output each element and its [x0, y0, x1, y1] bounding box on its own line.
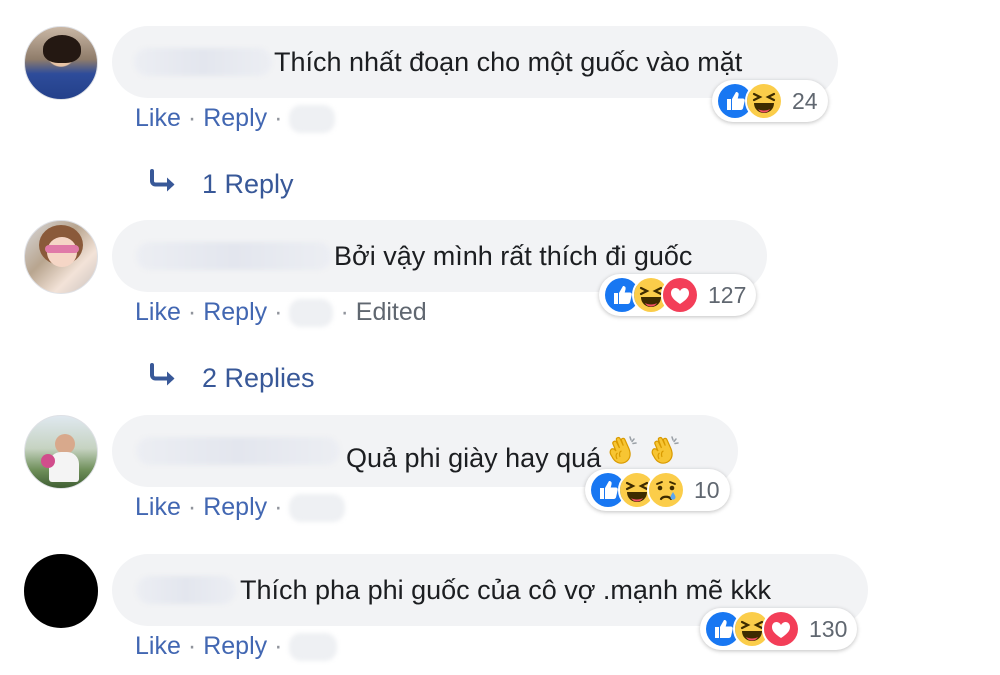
separator: ·	[274, 493, 283, 521]
replies-count-label: 2 Replies	[202, 363, 315, 393]
reply-link[interactable]: Reply	[203, 104, 267, 132]
author-name-blurred[interactable]	[136, 242, 332, 270]
timestamp-blurred[interactable]	[289, 105, 336, 134]
reaction-summary[interactable]: 127	[599, 274, 757, 316]
separator: ·	[274, 298, 283, 326]
reply-arrow-icon	[148, 167, 184, 201]
comment-text: Thích nhất đoạn cho một guốc vào mặt	[274, 47, 743, 77]
separator: ·	[187, 298, 197, 326]
reaction-count: 127	[708, 281, 747, 308]
comment-actions: Like · Reply ·	[135, 630, 338, 662]
reply-link[interactable]: Reply	[203, 632, 267, 660]
author-name-blurred[interactable]	[136, 576, 236, 604]
timestamp-blurred[interactable]	[289, 633, 338, 662]
avatar-hair	[43, 35, 81, 63]
view-replies-link[interactable]: 2 Replies	[148, 361, 315, 395]
comment-text-content: Quả phi giày hay quá	[346, 443, 602, 473]
replies-count-label: 1 Reply	[202, 169, 294, 199]
comment-actions: Like · Reply · · Edited	[135, 296, 427, 328]
love-reaction-icon	[762, 610, 800, 648]
separator: ·	[187, 104, 197, 132]
separator: ·	[187, 632, 197, 660]
like-link[interactable]: Like	[135, 632, 181, 660]
like-link[interactable]: Like	[135, 493, 181, 521]
avatar-sunglasses	[45, 245, 79, 253]
reply-link[interactable]: Reply	[203, 298, 267, 326]
reply-arrow-icon	[148, 361, 184, 395]
comment-actions: Like · Reply ·	[135, 102, 336, 134]
reaction-summary[interactable]: 130	[700, 608, 858, 650]
sad-reaction-icon	[647, 471, 685, 509]
separator: ·	[274, 632, 283, 660]
timestamp-blurred[interactable]	[289, 299, 334, 328]
love-reaction-icon	[661, 276, 699, 314]
author-name-blurred[interactable]	[134, 48, 272, 76]
avatar[interactable]	[24, 26, 98, 100]
comment-text: Thích pha phi guốc của cô vợ .mạnh mẽ kk…	[240, 575, 771, 605]
reaction-count: 24	[792, 87, 818, 114]
separator: ·	[274, 104, 283, 132]
avatar-face	[55, 434, 75, 454]
like-link[interactable]: Like	[135, 298, 181, 326]
separator: ·	[340, 298, 349, 326]
avatar[interactable]	[24, 415, 98, 489]
like-link[interactable]: Like	[135, 104, 181, 132]
reply-link[interactable]: Reply	[203, 493, 267, 521]
comment-actions: Like · Reply ·	[135, 491, 346, 523]
comment-text: Bởi vậy mình rất thích đi guốc	[334, 241, 693, 271]
avatar[interactable]	[24, 554, 98, 628]
author-name-blurred[interactable]	[136, 437, 340, 465]
reaction-count: 130	[809, 615, 848, 642]
separator: ·	[187, 493, 197, 521]
avatar[interactable]	[24, 220, 98, 294]
reaction-summary[interactable]: 10	[585, 469, 730, 511]
reaction-summary[interactable]: 24	[712, 80, 828, 122]
reaction-count: 10	[694, 476, 720, 503]
timestamp-blurred[interactable]	[289, 494, 346, 523]
haha-reaction-icon	[745, 82, 783, 120]
edited-label: Edited	[355, 298, 427, 326]
view-replies-link[interactable]: 1 Reply	[148, 167, 294, 201]
avatar-flowers	[41, 454, 55, 468]
